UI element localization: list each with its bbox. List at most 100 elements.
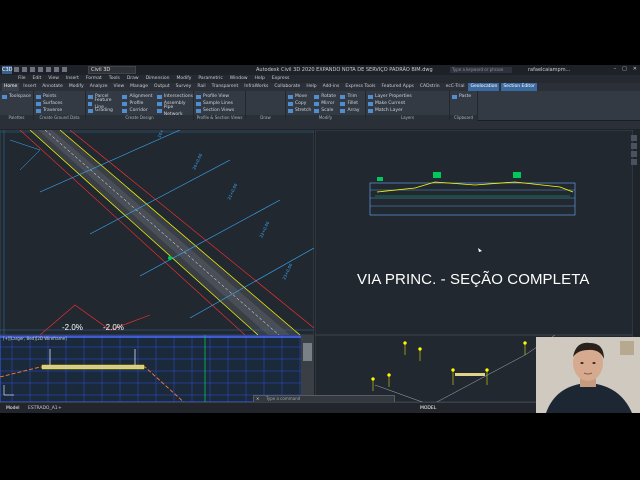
feature-line-icon bbox=[88, 101, 93, 106]
ribbon-button-traverse[interactable]: Traverse bbox=[36, 107, 63, 114]
slope-label-right: -2.0% bbox=[103, 323, 124, 332]
zoom-icon[interactable] bbox=[631, 151, 637, 157]
section-detail-viewport[interactable] bbox=[0, 335, 314, 402]
ribbon-button-array[interactable]: Array bbox=[340, 107, 363, 114]
menu-item-parametric[interactable]: Parametric bbox=[198, 75, 222, 83]
ribbon-button-corridor[interactable]: Corridor bbox=[122, 107, 153, 114]
ribbon-button-paste[interactable]: Paste bbox=[452, 93, 471, 100]
ribbon-button-grading[interactable]: Grading bbox=[88, 107, 119, 114]
tab-section-editor[interactable]: Section Editor bbox=[501, 83, 537, 91]
menu-item-insert[interactable]: Insert bbox=[66, 75, 79, 83]
menu-item-window[interactable]: Window bbox=[230, 75, 248, 83]
undo-icon[interactable] bbox=[54, 67, 59, 72]
ribbon-button-feature-line[interactable]: Feature Line bbox=[88, 98, 119, 110]
tab-express-tools[interactable]: Express Tools bbox=[343, 83, 377, 91]
menu-item-tools[interactable]: Tools bbox=[109, 75, 120, 83]
parcel-icon bbox=[88, 94, 93, 99]
tab-transparent[interactable]: Transparent bbox=[210, 83, 241, 91]
ribbon-button-pipe-network[interactable]: Pipe Network bbox=[156, 105, 193, 117]
model-space-toggle[interactable]: MODEL bbox=[420, 406, 436, 411]
menu-item-help[interactable]: Help bbox=[255, 75, 265, 83]
ribbon-button-match-layer[interactable]: Match Layer bbox=[368, 107, 412, 114]
save-as-icon[interactable] bbox=[38, 67, 43, 72]
tab-cadstrin[interactable]: CADstrin bbox=[418, 83, 442, 91]
ribbon-button-move[interactable]: Move bbox=[288, 93, 311, 100]
open-icon[interactable] bbox=[22, 67, 27, 72]
plot-icon[interactable] bbox=[46, 67, 51, 72]
save-icon[interactable] bbox=[30, 67, 35, 72]
redo-icon[interactable] bbox=[62, 67, 67, 72]
ribbon-button-layer-properties[interactable]: Layer Properties bbox=[368, 93, 412, 100]
ribbon-button-mirror[interactable]: Mirror bbox=[314, 100, 337, 107]
menu-item-dimension[interactable]: Dimension bbox=[146, 75, 170, 83]
close-button[interactable]: ✕ bbox=[633, 66, 637, 72]
menu-bar: File Edit View Insert Format Tools Draw Dimensi… bbox=[0, 75, 640, 83]
tab-insert[interactable]: Insert bbox=[21, 83, 38, 91]
search-input[interactable]: Type a keyword or phrase bbox=[450, 67, 512, 73]
slope-label-left: -2.0% bbox=[62, 323, 83, 332]
tab-geolocation[interactable]: Geolocation bbox=[468, 83, 500, 91]
ribbon-button-sample-lines[interactable]: Sample Lines bbox=[196, 100, 234, 107]
menu-item-format[interactable]: Format bbox=[86, 75, 102, 83]
ribbon-button-make-current[interactable]: Make Current bbox=[368, 100, 412, 107]
menu-item-edit[interactable]: Edit bbox=[33, 75, 42, 83]
workspace-dropdown[interactable]: Civil 3D bbox=[88, 66, 136, 74]
add-layout-icon[interactable]: + bbox=[58, 406, 62, 411]
tab-collaborate[interactable]: Collaborate bbox=[272, 83, 302, 91]
tab-featured-apps[interactable]: Featured Apps bbox=[379, 83, 415, 91]
ribbon-button-toolspace[interactable]: Toolspace bbox=[2, 93, 31, 100]
corridor-icon bbox=[122, 108, 128, 113]
profile-view-icon bbox=[196, 94, 201, 99]
menu-item-draw[interactable]: Draw bbox=[127, 75, 139, 83]
tab-home[interactable]: Home bbox=[2, 83, 20, 91]
ribbon-panel-layers: Layer Properties Make Current Match Layer L… bbox=[366, 91, 450, 121]
orbit-icon[interactable] bbox=[631, 159, 637, 165]
tab-help[interactable]: Help bbox=[304, 83, 318, 91]
viewport-controls-label[interactable]: [+][Larger, Bed][2D Wireframe] bbox=[3, 336, 67, 341]
ribbon-button-alignment[interactable]: Alignment bbox=[122, 93, 153, 100]
menu-item-file[interactable]: File bbox=[18, 75, 26, 83]
maximize-button[interactable]: □ bbox=[622, 66, 627, 72]
tab-annotate[interactable]: Annotate bbox=[40, 83, 65, 91]
steering-wheel-icon[interactable] bbox=[631, 135, 637, 141]
ribbon-button-section-views[interactable]: Section Views bbox=[196, 107, 234, 114]
new-icon[interactable] bbox=[14, 67, 19, 72]
menu-item-view[interactable]: View bbox=[48, 75, 59, 83]
tab-analyze[interactable]: Analyze bbox=[88, 83, 110, 91]
ribbon-button-intersections[interactable]: Intersections bbox=[156, 93, 193, 100]
command-input[interactable]: Type a command bbox=[266, 396, 300, 401]
ribbon-button-copy[interactable]: Copy bbox=[288, 100, 311, 107]
pan-icon[interactable] bbox=[631, 143, 637, 149]
tab-ecc-trial[interactable]: ecC-Trial bbox=[444, 83, 467, 91]
ribbon-button-label: Trim bbox=[347, 94, 358, 99]
ribbon-button-label: Match Layer bbox=[375, 108, 403, 113]
tab-add-ins[interactable]: Add-ins bbox=[321, 83, 342, 91]
user-account[interactable]: rafaelcaiampm... bbox=[528, 67, 570, 73]
menu-item-express[interactable]: Express bbox=[272, 75, 290, 83]
tab-survey[interactable]: Survey bbox=[174, 83, 194, 91]
ribbon-button-rotate[interactable]: Rotate bbox=[314, 93, 337, 100]
make-current-icon bbox=[368, 101, 373, 106]
ribbon-button-stretch[interactable]: Stretch bbox=[288, 107, 311, 114]
tab-infraworks[interactable]: InfraWorks bbox=[242, 83, 270, 91]
ribbon-button-points[interactable]: Points bbox=[36, 93, 63, 100]
section-view-drawing[interactable] bbox=[315, 130, 633, 335]
ribbon-button-scale[interactable]: Scale bbox=[314, 107, 337, 114]
ribbon-button-label: Copy bbox=[295, 101, 307, 106]
title-bar: C3D Civil 3D Autodesk Civil 3D 2020 EXPA… bbox=[0, 65, 640, 75]
minimize-button[interactable]: – bbox=[614, 66, 617, 72]
tab-output[interactable]: Output bbox=[152, 83, 172, 91]
menu-item-modify[interactable]: Modify bbox=[177, 75, 192, 83]
tab-rail[interactable]: Rail bbox=[195, 83, 207, 91]
ribbon-button-trim[interactable]: Trim bbox=[340, 93, 363, 100]
tab-layout[interactable]: ESTRADO_A1 bbox=[28, 406, 58, 411]
ribbon-button-profile-view[interactable]: Profile View bbox=[196, 93, 234, 100]
tab-manage[interactable]: Manage bbox=[128, 83, 150, 91]
app-logo[interactable]: C3D bbox=[2, 66, 13, 74]
tab-view[interactable]: View bbox=[111, 83, 126, 91]
ribbon-button-profile[interactable]: Profile bbox=[122, 100, 153, 107]
ribbon-button-surfaces[interactable]: Surfaces bbox=[36, 100, 63, 107]
tab-modify[interactable]: Modify bbox=[67, 83, 86, 91]
tab-model[interactable]: Model bbox=[6, 406, 20, 411]
ribbon-button-fillet[interactable]: Fillet bbox=[340, 100, 363, 107]
